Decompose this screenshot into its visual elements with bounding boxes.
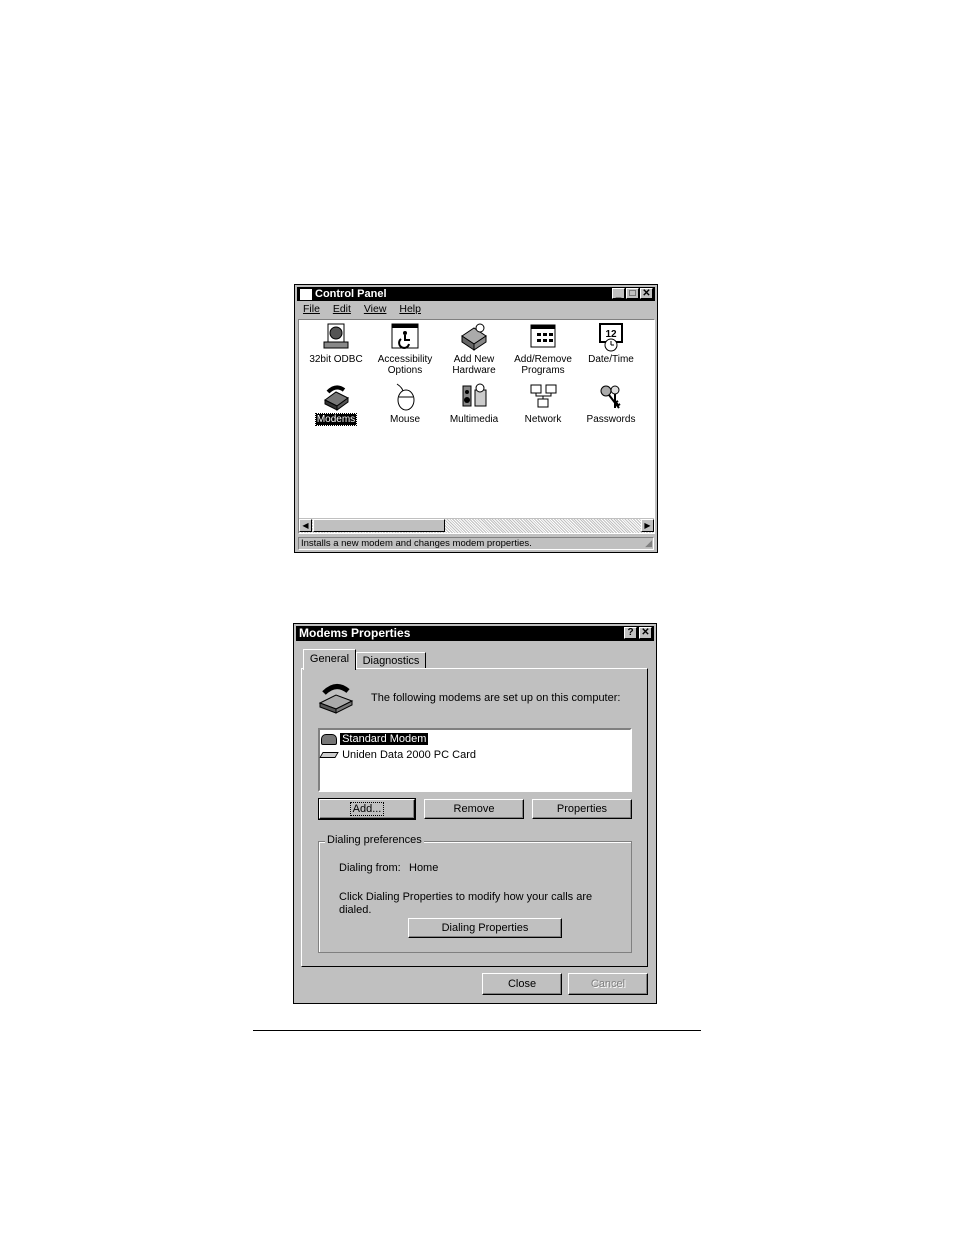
dialing-preferences-group: Dialing preferences Dialing from: Home C… (318, 834, 632, 953)
control-panel-item-datetime[interactable]: 12 Date/Time (579, 322, 643, 365)
control-panel-item-modems[interactable]: Modems (304, 382, 368, 426)
item-label: Date/Time (588, 354, 634, 365)
modem-phone-icon (318, 684, 354, 714)
scroll-right-button[interactable]: ▶ (641, 519, 654, 532)
item-label: Add/Remove Programs (514, 354, 572, 376)
control-panel-item-odbc[interactable]: 32bit ODBC (304, 322, 368, 365)
add-button[interactable]: Add... (318, 798, 416, 820)
list-item[interactable]: Standard Modem (321, 732, 429, 746)
properties-button-label: Properties (556, 803, 608, 815)
window-title: Control Panel (315, 288, 387, 300)
horizontal-scrollbar[interactable]: ◀ ▶ (299, 518, 654, 533)
dialing-properties-button[interactable]: Dialing Properties (408, 918, 562, 938)
item-label: 32bit ODBC (309, 354, 363, 365)
modems-properties-dialog: Modems Properties ? ✕ General Diagnostic… (293, 623, 657, 1004)
tab-panel: The following modems are set up on this … (301, 668, 648, 967)
network-icon (530, 384, 557, 408)
svg-text:12: 12 (605, 329, 617, 340)
control-panel-item-mouse[interactable]: Mouse (373, 382, 437, 425)
keys-icon (600, 385, 621, 409)
mouse-icon (396, 383, 415, 411)
scroll-thumb[interactable] (313, 519, 445, 532)
control-panel-item-add-remove[interactable]: Add/Remove Programs (511, 322, 575, 376)
menu-file[interactable]: File (303, 303, 320, 315)
programs-icon (530, 324, 556, 348)
cancel-button[interactable]: Cancel (568, 973, 648, 995)
add-button-label: Add... (349, 802, 385, 816)
item-label: Passwords (586, 414, 636, 425)
menu-help[interactable]: Help (399, 303, 421, 315)
control-panel-app-icon (300, 289, 312, 300)
page-rule (253, 1030, 701, 1031)
modem-icon (321, 733, 337, 745)
control-panel-item-add-hardware[interactable]: Add New Hardware (442, 322, 506, 376)
tab-diagnostics-label: Diagnostics (362, 655, 420, 667)
accessibility-icon (391, 323, 419, 349)
scroll-left-button[interactable]: ◀ (299, 519, 312, 532)
list-item[interactable]: Uniden Data 2000 PC Card (319, 748, 478, 762)
close-dialog-button[interactable]: Close (482, 973, 562, 995)
dialing-from-value: Home (409, 862, 439, 874)
properties-button[interactable]: Properties (532, 799, 632, 819)
control-panel-item-multimedia[interactable]: Multimedia (442, 382, 506, 425)
modem-list[interactable]: Standard Modem Uniden Data 2000 PC Card (318, 728, 632, 792)
control-panel-titlebar[interactable]: Control Panel _ □ ✕ (297, 287, 655, 301)
remove-button-label: Remove (453, 803, 495, 815)
close-dialog-label: Close (507, 978, 537, 990)
dialog-title: Modems Properties (299, 626, 411, 640)
cancel-label: Cancel (590, 978, 626, 990)
dialing-preferences-legend: Dialing preferences (325, 834, 424, 846)
help-button[interactable]: ? (624, 627, 637, 639)
menu-bar: File Edit View Help (297, 302, 655, 316)
item-label: Accessibility Options (377, 354, 433, 376)
pc-card-icon (319, 752, 339, 759)
dialog-titlebar[interactable]: Modems Properties ? ✕ (296, 626, 654, 641)
item-label: Add New Hardware (452, 354, 496, 376)
control-panel-item-network[interactable]: Network (511, 382, 575, 425)
menu-edit[interactable]: Edit (333, 303, 351, 315)
close-button[interactable]: ✕ (640, 288, 653, 299)
list-item-label: Uniden Data 2000 PC Card (342, 749, 476, 761)
tab-general-label: General (309, 653, 350, 665)
control-panel-item-passwords[interactable]: Passwords (579, 382, 643, 425)
item-label: Multimedia (449, 414, 499, 425)
item-label: Network (524, 414, 562, 425)
status-text: Installs a new modem and changes modem p… (301, 538, 532, 549)
status-bar: Installs a new modem and changes modem p… (298, 537, 654, 550)
item-label-selected: Modems (314, 413, 358, 426)
dialing-from-label: Dialing from: (339, 862, 401, 874)
tab-diagnostics[interactable]: Diagnostics (356, 652, 426, 669)
minimize-button[interactable]: _ (612, 288, 625, 299)
intro-text: The following modems are set up on this … (371, 692, 621, 704)
remove-button[interactable]: Remove (424, 799, 524, 819)
control-panel-icon-area: 32bit ODBC Accessibility Options Add New… (298, 319, 655, 534)
control-panel-window: Control Panel _ □ ✕ File Edit View Help … (294, 284, 658, 553)
modem-icon (324, 385, 349, 411)
multimedia-icon (462, 383, 487, 407)
odbc-icon (323, 323, 349, 349)
dialing-properties-label: Dialing Properties (441, 922, 529, 934)
dialog-close-button[interactable]: ✕ (639, 627, 652, 639)
datetime-icon: 12 (599, 323, 623, 352)
list-item-label-selected: Standard Modem (340, 733, 429, 745)
maximize-button[interactable]: □ (626, 288, 639, 299)
menu-view[interactable]: View (364, 303, 387, 315)
tab-general[interactable]: General (303, 649, 356, 670)
item-label: Mouse (389, 414, 420, 425)
dialing-hint: Click Dialing Properties to modify how y… (339, 891, 593, 916)
hardware-icon (461, 323, 487, 351)
resize-grip-icon[interactable]: ◢ (645, 537, 652, 549)
control-panel-item-accessibility[interactable]: Accessibility Options (373, 322, 437, 376)
